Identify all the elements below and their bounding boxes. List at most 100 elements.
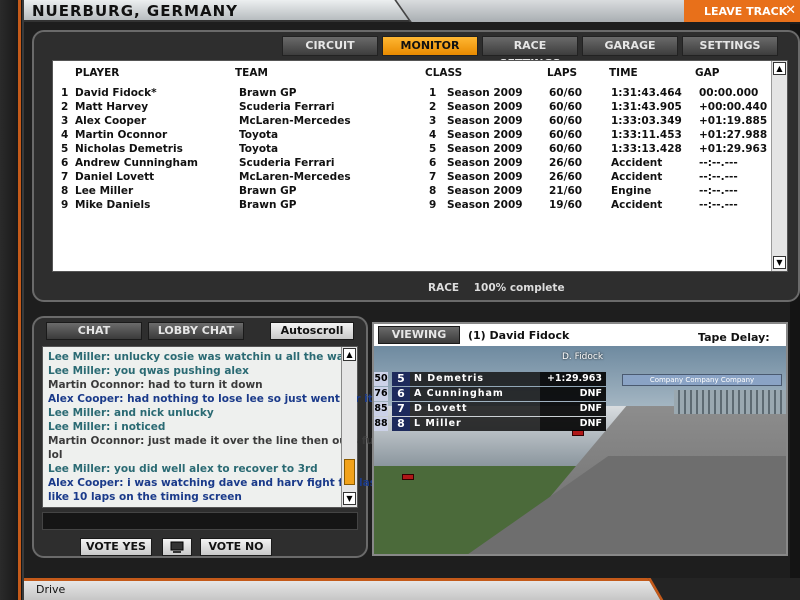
tab-race-settings[interactable]: RACE SETTINGS bbox=[482, 36, 578, 70]
standing-row: 88 8 L Miller DNF bbox=[374, 417, 606, 431]
table-row[interactable]: 7 Daniel Lovett McLaren-Mercedes 7 Season 20… bbox=[53, 171, 773, 185]
tab-chat[interactable]: CHAT bbox=[46, 322, 142, 340]
chat-input[interactable] bbox=[42, 512, 358, 530]
cell-team: Toyota bbox=[239, 129, 279, 141]
app-window: NUERBURG, GERMANY LEAVE TRACK ✕ CIRCUIT … bbox=[0, 0, 800, 600]
col-class[interactable]: CLASS bbox=[425, 67, 462, 79]
cell-laps: 26/60 bbox=[549, 157, 583, 169]
leave-track-button[interactable]: LEAVE TRACK ✕ bbox=[684, 0, 800, 22]
col-time[interactable]: TIME bbox=[609, 67, 638, 79]
tab-settings[interactable]: SETTINGS bbox=[682, 36, 778, 56]
cell-gap: --:--.--- bbox=[699, 171, 738, 183]
cell-pos: 5 bbox=[61, 143, 69, 155]
standing-name: D Lovett bbox=[410, 402, 540, 416]
cell-gap: --:--.--- bbox=[699, 199, 738, 211]
cell-class: Season 2009 bbox=[447, 101, 523, 113]
close-icon[interactable]: ✕ bbox=[785, 3, 796, 18]
cell-class: Season 2009 bbox=[447, 157, 523, 169]
viewing-button[interactable]: VIEWING bbox=[378, 326, 460, 344]
table-row[interactable]: 2 Matt Harvey Scuderia Ferrari 2 Season 2009… bbox=[53, 101, 773, 115]
cell-class: Season 2009 bbox=[447, 87, 523, 99]
cell-team: McLaren-Mercedes bbox=[239, 115, 351, 127]
table-row[interactable]: 8 Lee Miller Brawn GP 8 Season 2009 21/60 Engi… bbox=[53, 185, 773, 199]
standing-pos: 5 bbox=[392, 372, 410, 386]
cell-pos: 7 bbox=[61, 171, 69, 183]
car-label: D. Fidock bbox=[562, 352, 604, 362]
cell-time: Accident bbox=[611, 171, 663, 183]
chat-message: Lee Miller: and nick unlucky bbox=[48, 407, 214, 419]
tab-lobby-chat[interactable]: LOBBY CHAT bbox=[148, 322, 244, 340]
cell-laps: 60/60 bbox=[549, 87, 583, 99]
vote-no-button[interactable]: VOTE NO bbox=[200, 538, 272, 556]
cell-gap: +00:00.440 bbox=[699, 101, 768, 113]
cell-class: Season 2009 bbox=[447, 115, 523, 127]
sponsor-banner: Company Company Company bbox=[622, 374, 782, 386]
scroll-up-icon[interactable]: ▲ bbox=[773, 62, 786, 75]
race-car bbox=[402, 474, 414, 480]
standing-num: 50 bbox=[374, 372, 388, 386]
table-row[interactable]: 1 David Fidock* Brawn GP 1 Season 2009 60/60 1… bbox=[53, 87, 773, 101]
cell-time: Accident bbox=[611, 157, 663, 169]
scroll-down-icon[interactable]: ▼ bbox=[343, 492, 356, 505]
standing-gap: DNF bbox=[540, 402, 606, 416]
autoscroll-toggle[interactable]: Autoscroll bbox=[270, 322, 354, 340]
table-row[interactable]: 6 Andrew Cunningham Scuderia Ferrari 6 Seaso… bbox=[53, 157, 773, 171]
standing-gap: DNF bbox=[540, 387, 606, 401]
cell-time: 1:33:11.453 bbox=[611, 129, 682, 141]
standing-gap: +1:29.963 bbox=[540, 372, 606, 386]
monitor-icon[interactable] bbox=[162, 538, 192, 556]
chat-scrollbar[interactable]: ▲ ▼ bbox=[341, 347, 357, 507]
cell-class: Season 2009 bbox=[447, 185, 523, 197]
cell-laps: 26/60 bbox=[549, 171, 583, 183]
col-player[interactable]: PLAYER bbox=[75, 67, 119, 79]
chat-message: Lee Miller: i noticed bbox=[48, 421, 166, 433]
table-row[interactable]: 9 Mike Daniels Brawn GP 9 Season 2009 19/60 Ac… bbox=[53, 199, 773, 213]
race-camera-view[interactable]: Company Company Company D. Fidock 50 5 N D… bbox=[374, 346, 786, 554]
cell-gap: 00:00.000 bbox=[699, 87, 759, 99]
cell-class_pos: 4 bbox=[429, 129, 437, 141]
cell-player: Nicholas Demetris bbox=[75, 143, 183, 155]
progress-text: 100% complete bbox=[473, 282, 565, 294]
results-scrollbar[interactable]: ▲ ▼ bbox=[771, 61, 787, 271]
col-gap[interactable]: GAP bbox=[695, 67, 719, 79]
viewer-header: VIEWING (1) David Fidock Tape Delay: 20 … bbox=[374, 324, 786, 357]
title-bar: NUERBURG, GERMANY bbox=[24, 0, 710, 22]
cell-team: Brawn GP bbox=[239, 185, 297, 197]
tab-monitor[interactable]: MONITOR bbox=[382, 36, 478, 56]
table-row[interactable]: 4 Martin Oconnor Toyota 4 Season 2009 60/60 1:… bbox=[53, 129, 773, 143]
chat-message: Alex Cooper: i was watching dave and har… bbox=[48, 477, 381, 489]
cell-time: 1:33:13.428 bbox=[611, 143, 682, 155]
scroll-up-icon[interactable]: ▲ bbox=[343, 348, 356, 361]
table-row[interactable]: 3 Alex Cooper McLaren-Mercedes 3 Season 2009… bbox=[53, 115, 773, 129]
cell-laps: 60/60 bbox=[549, 143, 583, 155]
cell-laps: 60/60 bbox=[549, 115, 583, 127]
cell-class_pos: 5 bbox=[429, 143, 437, 155]
cell-player: Andrew Cunningham bbox=[75, 157, 198, 169]
chat-scroll-thumb[interactable] bbox=[344, 459, 355, 485]
cell-pos: 3 bbox=[61, 115, 69, 127]
standing-num: 88 bbox=[374, 417, 388, 431]
cell-pos: 8 bbox=[61, 185, 69, 197]
tab-garage[interactable]: GARAGE bbox=[582, 36, 678, 56]
standing-num: 85 bbox=[374, 402, 388, 416]
cell-time: 1:31:43.464 bbox=[611, 87, 682, 99]
table-row[interactable]: 5 Nicholas Demetris Toyota 5 Season 2009 60/6… bbox=[53, 143, 773, 157]
cell-player: Lee Miller bbox=[75, 185, 134, 197]
cell-time: Engine bbox=[611, 185, 652, 197]
status-bar: Drive bbox=[24, 578, 800, 600]
viewing-target: (1) David Fidock bbox=[468, 329, 570, 342]
cell-class_pos: 8 bbox=[429, 185, 437, 197]
standing-name: L Miller bbox=[410, 417, 540, 431]
chat-log: Lee Miller: unlucky cosie was watchin u … bbox=[42, 346, 384, 508]
chat-message: Lee Miller: you qwas pushing alex bbox=[48, 365, 249, 377]
cell-class_pos: 9 bbox=[429, 199, 437, 211]
vote-yes-button[interactable]: VOTE YES bbox=[80, 538, 152, 556]
tab-circuit[interactable]: CIRCUIT bbox=[282, 36, 378, 56]
col-team[interactable]: TEAM bbox=[235, 67, 268, 79]
standing-pos: 7 bbox=[392, 402, 410, 416]
scroll-down-icon[interactable]: ▼ bbox=[773, 256, 786, 269]
chat-message: lol bbox=[48, 449, 63, 461]
col-laps[interactable]: LAPS bbox=[547, 67, 577, 79]
cell-player: Daniel Lovett bbox=[75, 171, 155, 183]
chat-message: Martin Oconnor: had to turn it down bbox=[48, 379, 263, 391]
